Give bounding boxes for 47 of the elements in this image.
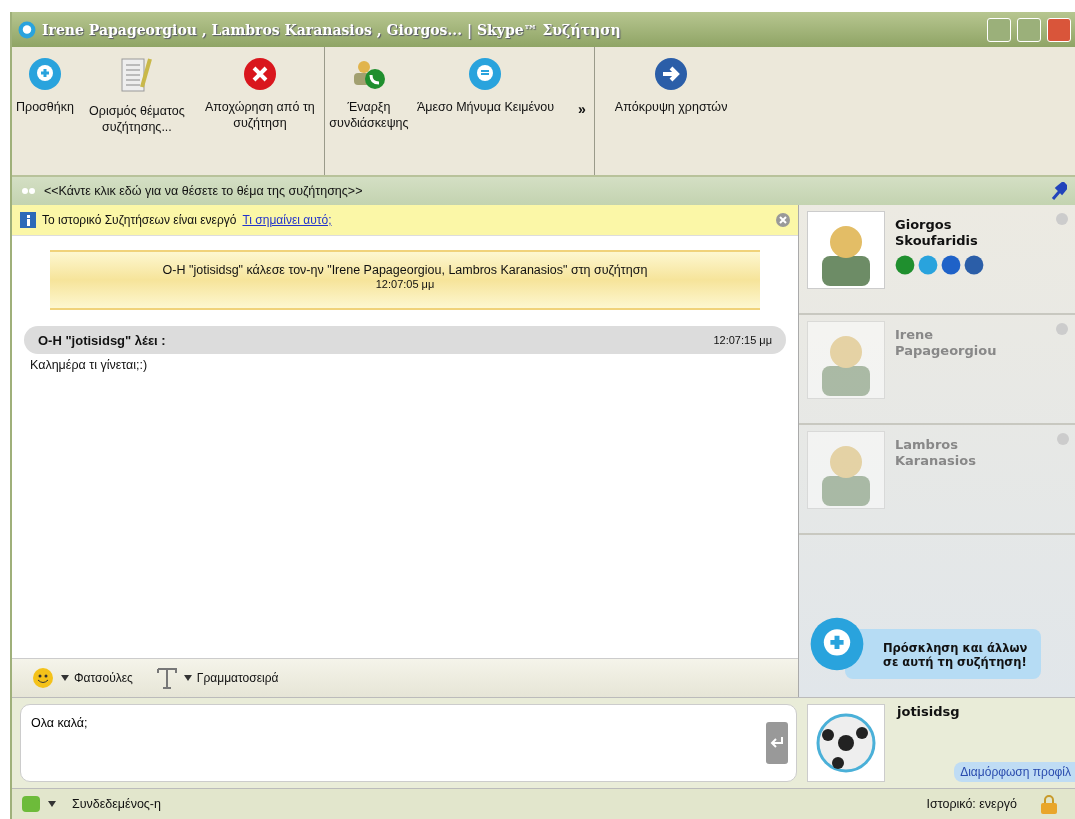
sender-name: Ο-Η "jotisidsg" λέει :: [38, 332, 166, 348]
padlock-icon: [1041, 794, 1057, 814]
smiley-icon: [32, 667, 56, 689]
toolbar-button[interactable]: Απόκρυψη χρηστών: [594, 57, 732, 115]
format-button[interactable]: Γραμματοσειρά: [154, 666, 279, 690]
caret-icon: [61, 675, 69, 681]
format-button[interactable]: Φατσούλες: [32, 667, 133, 689]
notepad-pencil-icon: [119, 57, 154, 95]
arrow-right-icon: [654, 57, 689, 91]
enter-arrow-icon: [770, 737, 784, 749]
window-title: Irene Papageorgiou , Lambros Karanasios , Giorgos... | Skype™ Συζήτηση: [42, 21, 622, 38]
caret-icon: [183, 675, 192, 681]
caret-icon[interactable]: [48, 801, 56, 807]
maximize-button[interactable]: [1017, 17, 1041, 42]
quote-icon: [22, 186, 36, 196]
plus-bubble-icon: [27, 57, 62, 91]
participant-name: Irene Papageorgiou: [895, 327, 998, 359]
font-t-icon: [154, 666, 179, 690]
toolbar-button[interactable]: Ορισμός θέματος συζήτησης...: [77, 57, 196, 135]
invite-button[interactable]: Πρόσκληση και άλλων σε αυτή τη συζήτηση!: [845, 629, 1041, 679]
message-text: Καλημέρα τι γίνεται;:): [30, 358, 149, 372]
participant-row[interactable]: Giorgos Skoufaridis: [799, 205, 1075, 315]
toolbar-button[interactable]: Άμεσο Μήνυμα Κειμένου: [412, 57, 559, 115]
event-text: Ο-Η "jotisidsg" κάλεσε τον-ην "Irene Papageorgiou, Lambros Karanasios" στη συζήτηση: [161, 262, 649, 278]
send-button[interactable]: [766, 722, 788, 764]
own-username: jotisidsg: [897, 704, 960, 719]
toolbar-button[interactable]: Προσθήκη: [12, 57, 78, 115]
pin-icon[interactable]: [1051, 182, 1067, 200]
online-status-icon[interactable]: [22, 796, 40, 812]
close-icon: [242, 57, 277, 91]
minimize-button[interactable]: [987, 17, 1011, 42]
plus-bubble-icon: [809, 616, 865, 672]
history-status: Ιστορικό: ενεργό: [926, 797, 1017, 811]
close-button[interactable]: [1047, 17, 1071, 42]
notice-text: Το ιστορικό Συζητήσεων είναι ενεργό: [42, 213, 237, 227]
message-time: 12:07:15 μμ: [713, 334, 772, 346]
profile-link[interactable]: Διαμόρφωση προφίλ: [954, 762, 1075, 782]
topic-text[interactable]: <<Κάντε κλικ εδώ για να θέσετε το θέμα της συζήτησης>>: [44, 184, 363, 198]
toolbar-button[interactable]: Αποχώρηση από τη συζήτηση: [195, 57, 324, 131]
event-time: 12:07:05 μμ: [374, 278, 436, 290]
toolbar-button[interactable]: Έναρξη συνδιάσκεψης: [324, 57, 413, 131]
close-icon[interactable]: [776, 213, 790, 227]
participant-name: Lambros Karanasios: [895, 437, 977, 469]
online-status[interactable]: Συνδεδεμένος-η: [72, 797, 161, 811]
participant-name: Giorgos Skoufaridis: [895, 217, 979, 249]
more-chevron[interactable]: »: [578, 101, 586, 117]
notice-link[interactable]: Τι σημαίνει αυτό;: [242, 213, 332, 227]
